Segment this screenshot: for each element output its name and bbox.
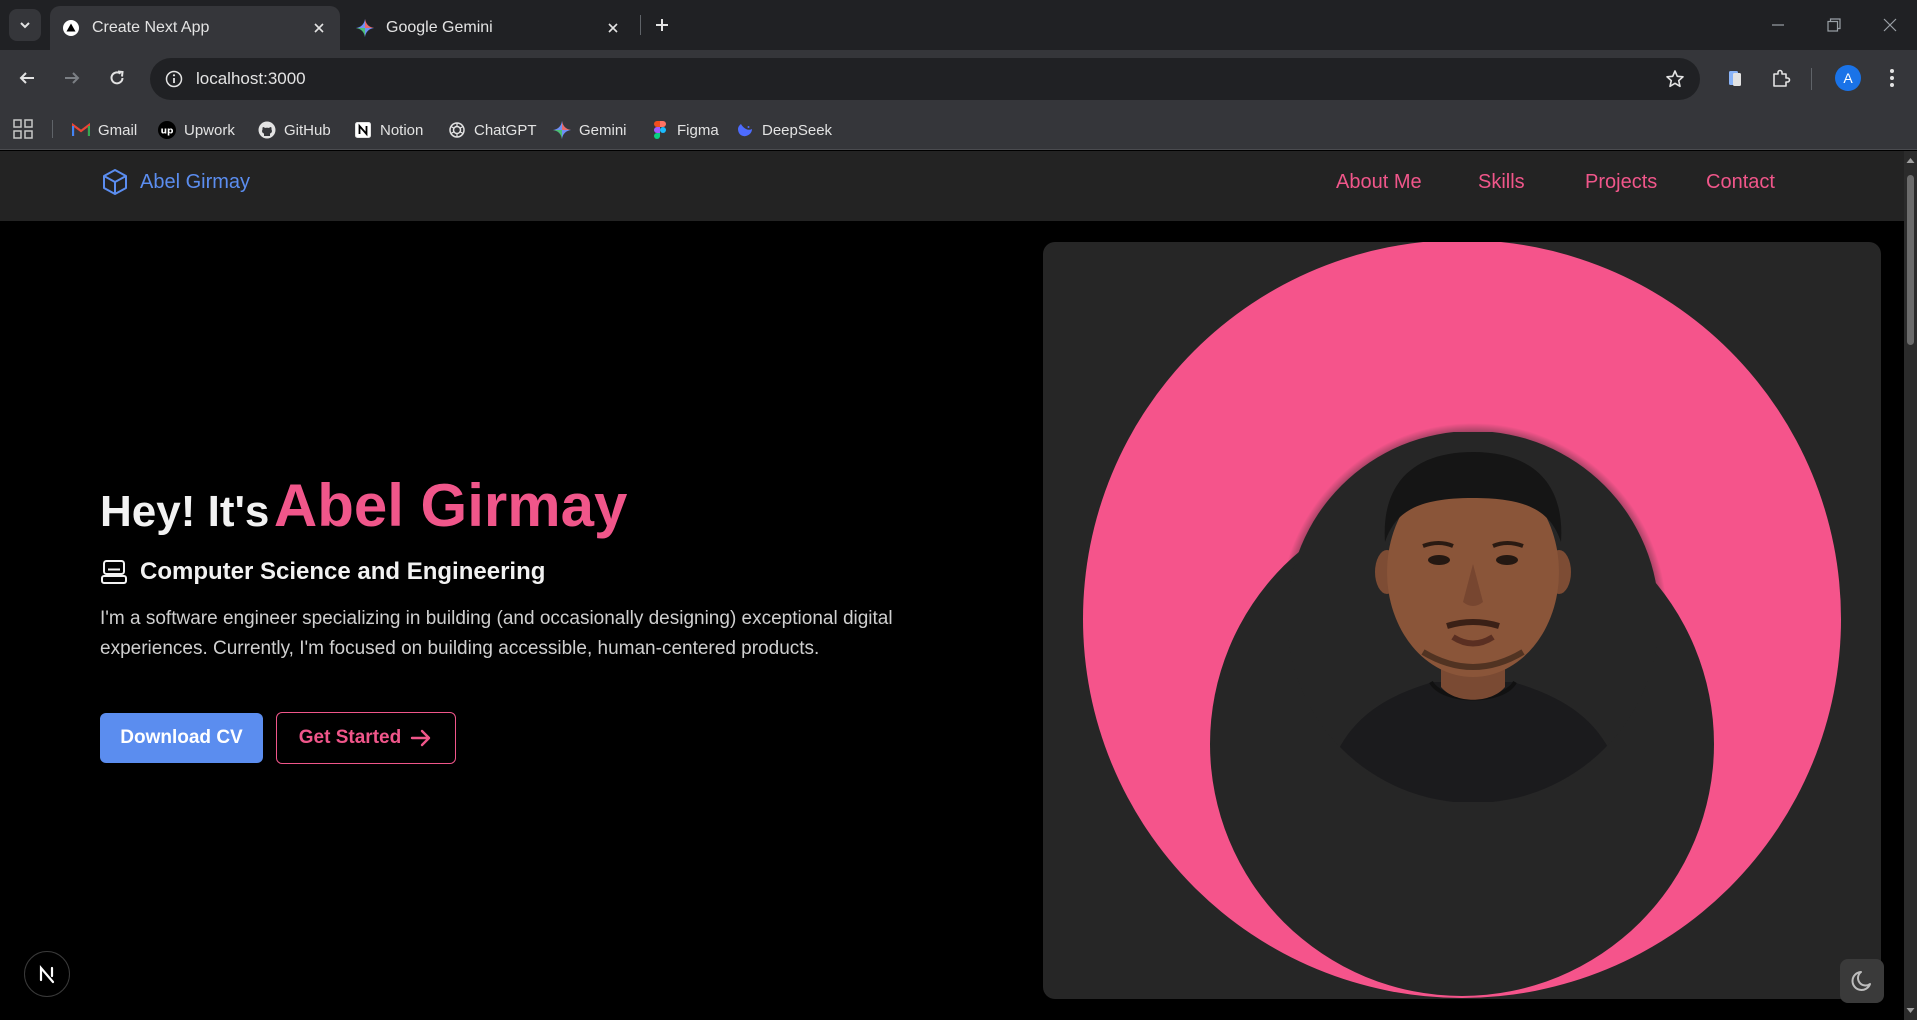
bookmark-label: Figma [677,121,719,139]
upwork-icon: up [158,121,176,139]
toolbar-divider [1811,68,1812,90]
hero-description: I'm a software engineer specializing in … [100,608,893,659]
reload-icon [110,70,124,85]
window-close-button[interactable] [1862,0,1917,50]
chatgpt-icon [448,121,466,139]
new-tab-button[interactable] [648,11,676,39]
browser-toolbar: localhost:3000 A [0,50,1917,108]
tab-divider [640,15,641,35]
figma-icon [651,121,669,139]
address-bar[interactable]: localhost:3000 [150,58,1700,100]
close-icon [1883,18,1897,32]
github-icon [258,121,276,139]
bookmark-label: GitHub [284,121,331,139]
bookmark-gemini[interactable]: Gemini [553,119,627,141]
page-scrollbar[interactable] [1904,151,1917,1020]
bookmark-label: Notion [380,121,424,139]
svg-text:up: up [161,127,174,137]
profile-portrait [1083,242,1841,998]
site-info-icon[interactable] [160,65,188,93]
reading-list-icon[interactable] [1720,63,1750,93]
tab-create-next-app[interactable]: Create Next App [50,6,340,50]
profile-avatar[interactable]: A [1835,65,1861,91]
notion-icon [354,121,372,139]
plus-icon [656,19,668,31]
arrow-left-icon [19,72,34,84]
hero-subtitle: Computer Science and Engineering [100,558,545,586]
nav-link-projects[interactable]: Projects [1585,171,1657,194]
reload-button[interactable] [100,61,134,95]
close-icon[interactable] [602,17,624,39]
person-photo [1287,432,1659,803]
gemini-icon [553,121,571,139]
tab-title: Create Next App [92,19,210,36]
moon-icon [1851,971,1871,991]
bookmarks-divider [52,120,53,138]
bookmark-gmail[interactable]: Gmail [72,119,137,141]
more-menu-icon[interactable] [1877,63,1907,93]
close-icon[interactable] [308,17,330,39]
bookmark-upwork[interactable]: up Upwork [158,119,235,141]
hero-greeting: Hey! It's [100,487,270,536]
bookmark-label: Upwork [184,121,235,139]
restore-button[interactable] [1806,0,1862,50]
back-button[interactable] [10,61,44,95]
restore-icon [1827,18,1841,32]
bookmark-github[interactable]: GitHub [258,119,331,141]
hero-name: Abel Girmay [273,472,628,539]
deepseek-icon [736,121,754,139]
download-cv-button[interactable]: Download CV [100,713,263,763]
brand-link[interactable]: Abel Girmay [100,165,250,199]
nav-link-skills[interactable]: Skills [1478,171,1525,194]
nextjs-favicon-icon [62,19,80,37]
bookmark-label: Gemini [579,121,627,139]
arrow-right-icon [411,729,431,747]
theme-toggle-button[interactable] [1840,959,1884,1003]
bookmark-notion[interactable]: Notion [354,119,423,141]
page-viewport: Abel Girmay About Me Skills Projects Con… [0,151,1904,1020]
site-header: Abel Girmay About Me Skills Projects Con… [0,151,1904,221]
get-started-label: Get Started [298,727,402,748]
profile-photo-card [1043,242,1881,999]
nav-link-contact[interactable]: Contact [1706,171,1775,194]
hero-subtitle-text: Computer Science and Engineering [140,558,546,585]
arrow-right-icon [65,72,80,84]
bookmark-label: Gmail [98,121,138,139]
tab-google-gemini[interactable]: Google Gemini [344,6,634,50]
tab-strip: Create Next App Google Gemini [0,0,1917,50]
laptop-icon [101,560,127,584]
bookmarks-bar: Gmail up Upwork GitHub Notion ChatGPT Ge… [0,108,1917,150]
url-text[interactable]: localhost:3000 [196,69,306,89]
cube-logo-icon [103,169,127,195]
gemini-favicon-icon [356,19,374,37]
scroll-down-arrow-icon[interactable] [1906,1006,1915,1015]
scroll-up-arrow-icon[interactable] [1906,156,1915,165]
minimize-button[interactable] [1750,0,1806,50]
forward-button[interactable] [55,61,89,95]
bookmark-deepseek[interactable]: DeepSeek [736,119,832,141]
nextjs-dev-indicator-button[interactable] [24,951,70,997]
apps-grid-icon[interactable] [12,118,34,140]
nav-link-about-me[interactable]: About Me [1336,171,1422,194]
brand-name: Abel Girmay [140,170,251,193]
scrollbar-thumb[interactable] [1907,175,1914,345]
tab-search-button[interactable] [9,9,41,41]
bookmark-figma[interactable]: Figma [651,119,719,141]
gmail-icon [72,121,90,139]
bookmark-chatgpt[interactable]: ChatGPT [448,119,537,141]
get-started-button[interactable]: Get Started [276,712,456,764]
bookmark-star-icon[interactable] [1662,66,1688,92]
minimize-icon [1772,24,1784,26]
bookmark-label: ChatGPT [474,121,537,139]
extensions-puzzle-icon[interactable] [1766,63,1796,93]
tab-title: Google Gemini [386,19,493,36]
bookmark-label: DeepSeek [762,121,833,139]
nextjs-logo-icon [39,965,55,984]
chevron-down-icon [20,22,30,29]
hero-heading: Hey! It's Abel Girmay [100,471,627,540]
